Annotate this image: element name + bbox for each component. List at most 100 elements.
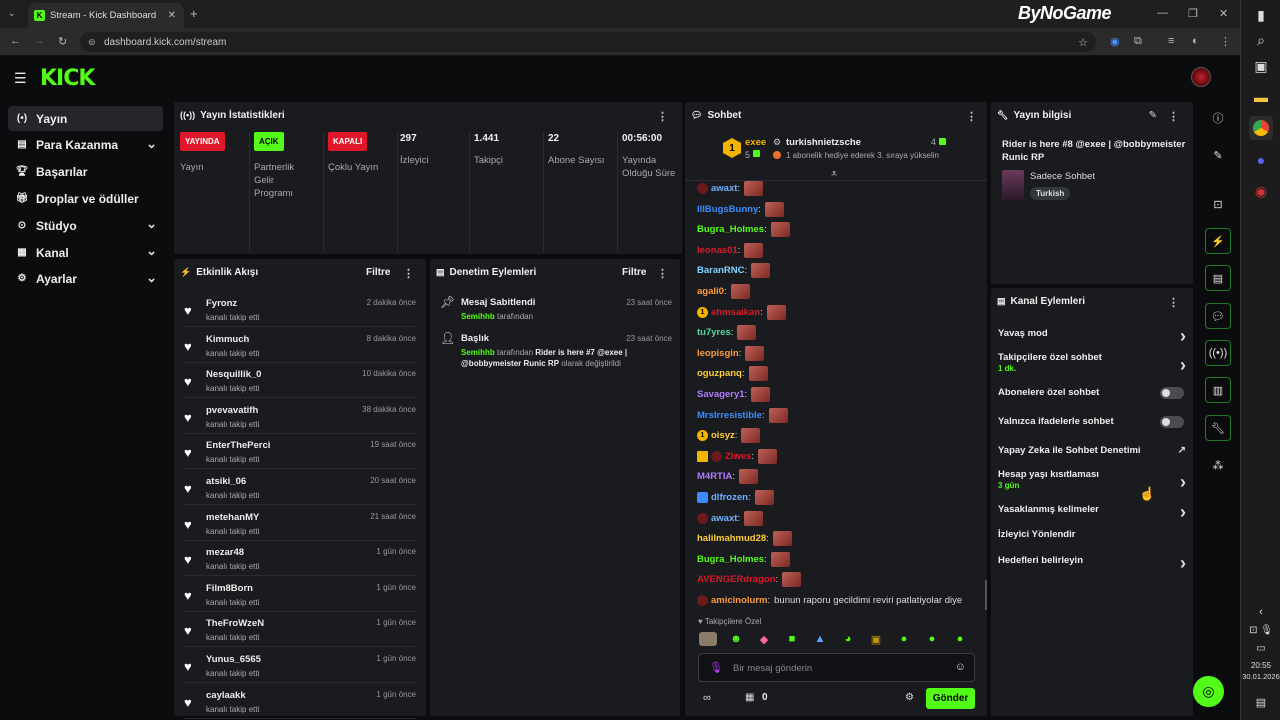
channel-action-2[interactable]: Abonelere özel sohbet xyxy=(998,387,1186,401)
sidebar-item-4[interactable]: ⊙ Stüdyo ⌄ xyxy=(8,213,163,238)
chat-username[interactable]: leonas01 xyxy=(697,245,738,256)
taskbar-search-icon[interactable]: ⌕ xyxy=(1249,28,1273,52)
chevron-right-icon[interactable]: › xyxy=(1180,502,1186,523)
task-view-icon[interactable]: ▣ xyxy=(1249,54,1273,78)
taskbar-icon-1[interactable]: ▮ xyxy=(1249,3,1273,27)
pencil-icon[interactable]: ✎ xyxy=(1205,142,1231,168)
chevron-down-icon[interactable]: ⌄ xyxy=(146,270,157,286)
chevron-right-icon[interactable]: › xyxy=(1180,472,1186,493)
chat-username[interactable]: oisyz xyxy=(711,430,735,441)
url-field[interactable]: ⊜ dashboard.kick.com/stream ☆ xyxy=(80,32,1096,52)
close-window-icon[interactable]: ✕ xyxy=(1219,7,1228,20)
follower-name[interactable]: Fyronz xyxy=(206,298,237,309)
minimize-icon[interactable]: — xyxy=(1157,7,1168,19)
site-info-icon[interactable]: ⊜ xyxy=(88,37,96,48)
toggle-switch[interactable] xyxy=(1160,387,1184,399)
profile-icon[interactable]: ◐ xyxy=(1192,35,1199,47)
microphone-icon[interactable]: 🎙︎ xyxy=(709,661,723,674)
chevron-right-icon[interactable]: › xyxy=(1180,355,1186,376)
follower-name[interactable]: Nesquillik_0 xyxy=(206,369,261,380)
follower-name[interactable]: caylaakk xyxy=(206,690,246,701)
extension-audio-icon[interactable]: ◉ xyxy=(1110,35,1120,48)
sidebar-item-6[interactable]: ⚙ Ayarlar ⌄ xyxy=(8,267,163,292)
hamburger-menu-icon[interactable]: ☰ xyxy=(14,70,27,87)
channel-actions-menu-icon[interactable]: ⋮ xyxy=(1168,296,1179,309)
emote-7[interactable]: ▣ xyxy=(867,632,885,646)
emote-1[interactable] xyxy=(699,632,717,646)
emote-8[interactable]: ● xyxy=(895,632,913,646)
tokens-icon[interactable]: ∞ xyxy=(703,692,711,704)
chat-username[interactable]: Savagery1 xyxy=(697,389,745,400)
channel-action-4[interactable]: Yapay Zeka ile Sohbet Denetimi ↗ xyxy=(998,445,1186,459)
chat-username[interactable]: halilmahmud28 xyxy=(697,533,766,544)
chat-username[interactable]: tu7yres xyxy=(697,327,731,338)
discord-icon[interactable]: ● xyxy=(1249,148,1273,172)
bolt-tool-icon[interactable]: ⚡ xyxy=(1205,228,1231,254)
follower-name[interactable]: Yunus_6565 xyxy=(206,654,261,665)
follower-name[interactable]: Film8Born xyxy=(206,583,253,594)
kick-logo[interactable]: KICK xyxy=(40,66,95,91)
chevron-down-icon[interactable]: ⌄ xyxy=(146,136,157,152)
new-tab-icon[interactable]: + xyxy=(190,6,198,21)
send-button[interactable]: Gönder xyxy=(926,688,975,709)
chat-input[interactable]: 🎙︎ Bir mesaj gönderin ☺ xyxy=(698,653,975,682)
emote-3[interactable]: ◆ xyxy=(755,632,773,646)
activity-filter-button[interactable]: Filtre xyxy=(366,267,390,278)
info-icon[interactable]: ⓘ xyxy=(1205,105,1231,131)
sidebar-item-1[interactable]: ▤ Para Kazanma ⌄ xyxy=(8,133,163,158)
chat-settings-gear-icon[interactable]: ⚙ xyxy=(905,692,914,703)
chat-username[interactable]: awaxt xyxy=(711,183,737,194)
chat-username[interactable]: amicinolurm xyxy=(711,595,768,606)
channel-action-6[interactable]: Yasaklanmış kelimeler › xyxy=(998,502,1186,522)
moderation-filter-button[interactable]: Filtre xyxy=(622,267,646,278)
moderation-menu-icon[interactable]: ⋮ xyxy=(657,267,668,280)
pinned-user1[interactable]: exee xyxy=(745,137,766,148)
channel-action-5[interactable]: Hesap yaşı kısıtlaması 3 gün › xyxy=(998,469,1186,493)
clock-date[interactable]: 30.01.2026 xyxy=(1241,672,1280,681)
chat-username[interactable]: awaxt xyxy=(711,513,737,524)
edit-pencil-icon[interactable]: ✎ xyxy=(1149,110,1157,121)
document-tool-icon[interactable]: ▤ xyxy=(1205,265,1231,291)
tab-list-icon[interactable]: ⌄ xyxy=(8,8,16,19)
channel-action-7[interactable]: İzleyici Yönlendir xyxy=(998,529,1186,543)
screen-capture-icon[interactable]: ⊡ xyxy=(1205,191,1231,217)
emote-9[interactable]: ● xyxy=(923,632,941,646)
network-icon[interactable]: ▭ xyxy=(1249,636,1273,660)
emote-2[interactable]: ☻ xyxy=(727,632,745,646)
chevron-right-icon[interactable]: › xyxy=(1180,326,1186,347)
pinned-user2[interactable]: turkishnietzsche xyxy=(786,137,861,148)
browser-menu-icon[interactable]: ⋮ xyxy=(1220,35,1231,48)
channel-action-8[interactable]: Hedefleri belirleyin › xyxy=(998,553,1186,573)
forward-icon[interactable]: → xyxy=(34,35,45,47)
follower-name[interactable]: TheFroWzeN xyxy=(206,618,264,629)
chat-username[interactable]: Ziwes xyxy=(725,451,751,462)
category-name[interactable]: Sadece Sohbet xyxy=(1030,171,1095,182)
support-headset-icon[interactable]: ◎ xyxy=(1193,676,1224,707)
chat-username[interactable]: leopisgin xyxy=(697,348,739,359)
chat-username[interactable]: M4RTIA xyxy=(697,471,732,482)
chevron-down-icon[interactable]: ⌄ xyxy=(146,216,157,232)
channel-action-1[interactable]: Takipçilere özel sohbet 1 dk. › xyxy=(998,352,1186,376)
extensions-icon[interactable]: ⧉ xyxy=(1134,35,1142,48)
chat-username[interactable]: MrsIrresistible xyxy=(697,410,762,421)
chat-username[interactable]: oguzpanq xyxy=(697,368,742,379)
layout-tool-icon[interactable]: ▥ xyxy=(1205,377,1231,403)
follower-name[interactable]: mezar48 xyxy=(206,547,244,558)
chevron-down-icon[interactable]: ⌄ xyxy=(146,243,157,259)
browser-tab[interactable]: K Stream - Kick Dashboard ✕ xyxy=(28,3,184,28)
reload-icon[interactable]: ↻ xyxy=(58,35,67,48)
back-icon[interactable]: ← xyxy=(10,35,21,47)
wrench-tool-icon[interactable]: 🔧︎ xyxy=(1205,415,1231,441)
stream-info-menu-icon[interactable]: ⋮ xyxy=(1168,110,1179,123)
emote-6[interactable]: ◕ xyxy=(839,632,857,646)
chat-tool-icon[interactable]: 💬︎ xyxy=(1205,303,1231,329)
chat-username[interactable]: Bugra_Holmes xyxy=(697,554,764,565)
sidebar-item-2[interactable]: 🏆︎ Başarılar xyxy=(8,160,163,185)
sidebar-item-0[interactable]: (•) Yayın xyxy=(8,106,163,131)
emote-10[interactable]: ● xyxy=(951,632,969,646)
chat-username[interactable]: BaranRNC xyxy=(697,265,745,276)
file-explorer-icon[interactable]: ▬ xyxy=(1249,85,1273,109)
sidebar-item-3[interactable]: 🎁︎ Droplar ve ödüller xyxy=(8,186,163,211)
channel-action-3[interactable]: Yalnızca ifadelerle sohbet xyxy=(998,416,1186,430)
clock-time[interactable]: 20:55 xyxy=(1241,661,1280,670)
